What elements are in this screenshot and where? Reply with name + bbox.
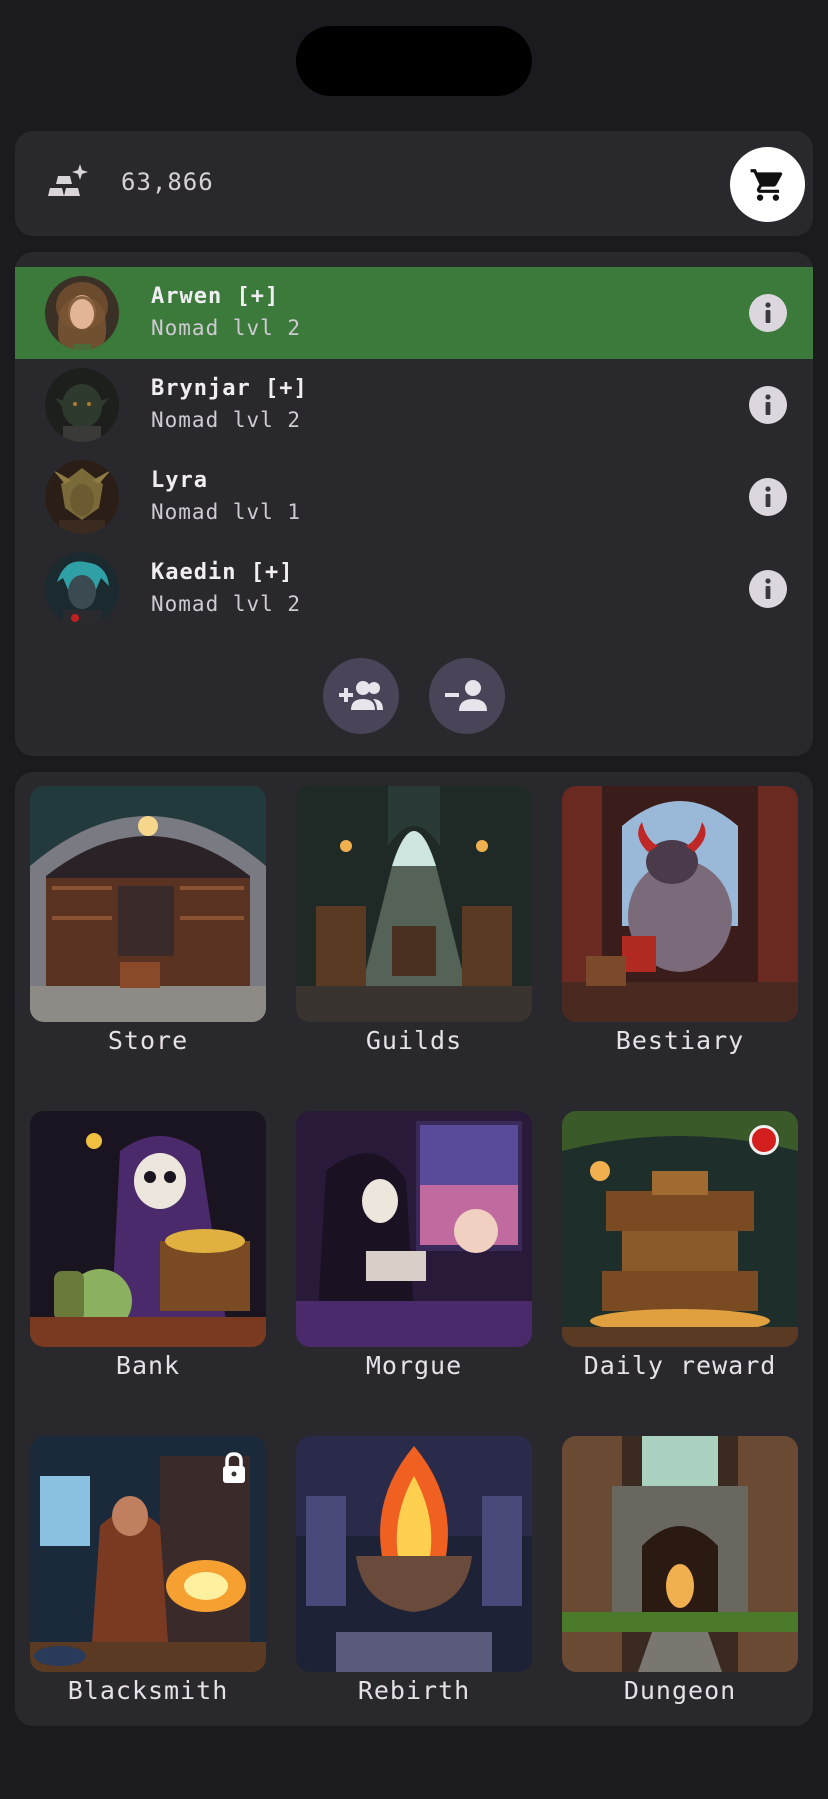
gold-amount: 63,866 [121, 168, 214, 196]
lock-icon [223, 1452, 245, 1483]
tile-bestiary[interactable] [562, 786, 798, 1022]
notification-badge [749, 1125, 779, 1155]
tile-label: Bank [115, 1351, 181, 1380]
character-row-arwen[interactable]: Arwen [+] Nomad lvl 2 [15, 267, 813, 359]
gold-bars-icon [48, 164, 88, 196]
tile-label: Blacksmith [67, 1676, 229, 1705]
avatar [45, 368, 119, 442]
tile-label: Guilds [365, 1026, 463, 1055]
reaper-treasure-image [30, 1111, 266, 1347]
character-name: Lyra [151, 468, 208, 493]
character-name: Brynjar [+] [151, 376, 308, 401]
avatar [45, 460, 119, 534]
add-character-button[interactable] [323, 658, 399, 734]
tile-rebirth[interactable] [296, 1436, 532, 1672]
info-icon [765, 486, 771, 507]
tile-label: Morgue [365, 1351, 463, 1380]
add-group-icon [339, 681, 383, 710]
tile-label: Bestiary [615, 1026, 745, 1055]
tile-store[interactable] [30, 786, 266, 1022]
remove-person-icon [445, 680, 487, 711]
info-icon [765, 578, 771, 599]
character-class-level: Nomad lvl 2 [151, 408, 302, 432]
tile-label: Daily reward [583, 1351, 777, 1380]
tile-guilds[interactable] [296, 786, 532, 1022]
guild-hall-image [296, 786, 532, 1022]
remove-character-button[interactable] [429, 658, 505, 734]
tile-label: Rebirth [357, 1676, 471, 1705]
tile-dungeon[interactable] [562, 1436, 798, 1672]
character-row-brynjar[interactable]: Brynjar [+] Nomad lvl 2 [15, 359, 813, 451]
character-name: Kaedin [+] [151, 560, 294, 585]
tile-label: Store [107, 1026, 189, 1055]
character-class-level: Nomad lvl 2 [151, 592, 302, 616]
character-name: Arwen [+] [151, 284, 280, 309]
tile-morgue[interactable] [296, 1111, 532, 1347]
info-icon [765, 302, 771, 323]
reaper-reading-image [296, 1111, 532, 1347]
info-button[interactable] [749, 478, 787, 516]
character-row-lyra[interactable]: Lyra Nomad lvl 1 [15, 451, 813, 543]
info-button[interactable] [749, 386, 787, 424]
fire-brazier-image [296, 1436, 532, 1672]
info-icon [765, 394, 771, 415]
avatar [45, 276, 119, 350]
info-button[interactable] [749, 294, 787, 332]
camera-notch [296, 26, 532, 96]
store-cart-button[interactable] [730, 147, 805, 222]
cart-icon [750, 168, 782, 201]
minotaur-library-image [562, 786, 798, 1022]
tile-bank[interactable] [30, 1111, 266, 1347]
character-class-level: Nomad lvl 2 [151, 316, 302, 340]
character-row-kaedin[interactable]: Kaedin [+] Nomad lvl 2 [15, 543, 813, 635]
character-class-level: Nomad lvl 1 [151, 500, 302, 524]
store-shelves-image [30, 786, 266, 1022]
tile-label: Dungeon [623, 1676, 737, 1705]
dungeon-gate-image [562, 1436, 798, 1672]
info-button[interactable] [749, 570, 787, 608]
avatar [45, 552, 119, 626]
